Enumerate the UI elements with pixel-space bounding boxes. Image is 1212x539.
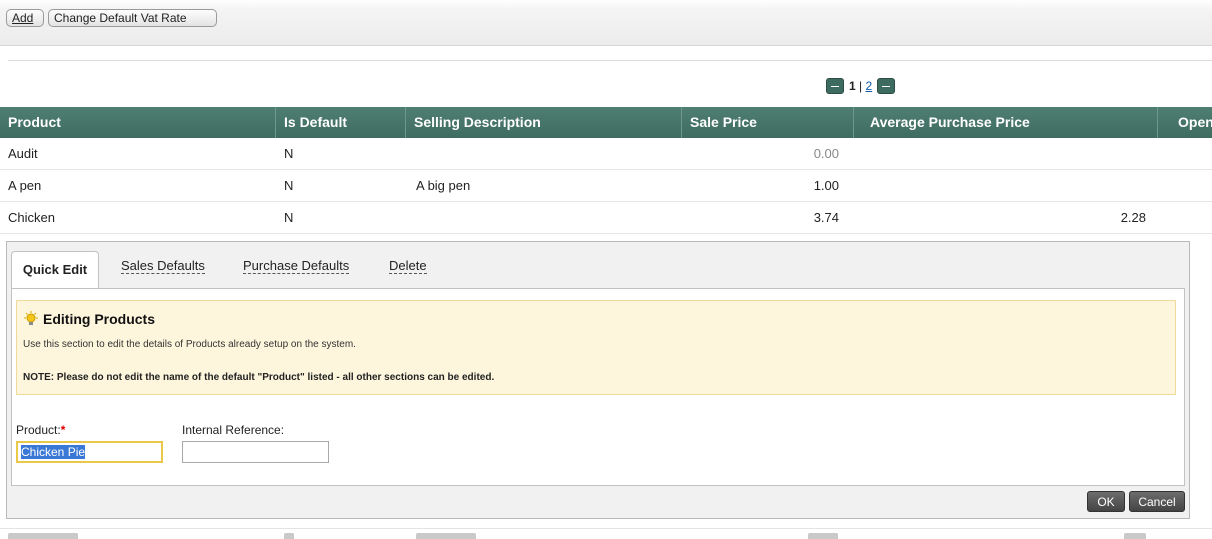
required-marker: * [60,423,66,437]
ok-button[interactable]: OK [1087,491,1125,512]
cell-avg-purchase-price [0,170,1146,201]
tab-quick-edit[interactable]: Quick Edit [11,251,99,289]
clipped-cell [416,533,476,539]
edit-panel: Quick Edit Sales Defaults Purchase Defau… [6,241,1190,519]
info-note: NOTE: Please do not edit the name of the… [23,372,495,383]
column-header-selling-description[interactable]: Selling Description [406,107,682,138]
clipped-cell [284,533,294,539]
tab-delete[interactable]: Delete [389,253,427,279]
divider [8,60,1212,61]
next-page-icon[interactable] [877,78,896,94]
tab-label: Purchase Defaults [243,258,350,274]
product-label-text: Product: [16,423,61,437]
table-row[interactable]: A pen N A big pen 1.00 [0,170,1212,202]
change-default-vat-rate-button[interactable]: Change Default Vat Rate [48,9,217,27]
top-toolbar: Add Change Default Vat Rate [0,0,1212,46]
quick-edit-content: Editing Products Use this section to edi… [11,288,1185,486]
column-header-is-default[interactable]: Is Default [276,107,406,138]
table-header: Product Is Default Selling Description S… [0,107,1212,138]
product-input[interactable]: Chicken Pie [16,441,163,463]
clipped-cell [1124,533,1146,539]
tab-sales-defaults[interactable]: Sales Defaults [121,253,205,279]
lightbulb-icon [23,311,39,327]
partially-visible-table-row [0,528,1212,539]
info-text: Use this section to edit the details of … [23,339,356,350]
add-button[interactable]: Add [6,9,44,27]
tab-purchase-defaults[interactable]: Purchase Defaults [243,253,350,279]
pagination: 1 | 2 [826,77,896,95]
previous-page-icon[interactable] [826,78,844,94]
product-field-label: Product:* [16,423,65,437]
products-table: Product Is Default Selling Description S… [0,107,1212,234]
current-page: 1 | 2 [849,79,872,93]
table-row-selected[interactable]: Chicken N 3.74 2.28 [0,202,1212,234]
clipped-cell [8,533,78,539]
cell-avg-purchase-price [0,138,1146,169]
cell-avg-purchase-price: 2.28 [1120,210,1146,225]
clipped-cell [808,533,838,539]
column-header-sale-price[interactable]: Sale Price [682,107,854,138]
internal-reference-label: Internal Reference: [182,423,285,437]
panel-footer: OK Cancel [7,486,1189,518]
table-row[interactable]: Audit N 0.00 [0,138,1212,170]
edit-tabs: Quick Edit Sales Defaults Purchase Defau… [7,242,1189,289]
column-header-product[interactable]: Product [0,107,276,138]
current-page-number: 1 [849,79,856,93]
add-button-label: Add [12,11,34,25]
cancel-button[interactable]: Cancel [1129,491,1185,512]
info-title: Editing Products [23,311,155,327]
page-separator: | [859,79,863,93]
column-header-average-purchase-price[interactable]: Average Purchase Price [854,107,1158,138]
column-header-open[interactable]: Open [1170,107,1212,138]
tab-label: Sales Defaults [121,258,205,274]
info-box: Editing Products Use this section to edi… [16,300,1176,395]
page-2-link[interactable]: 2 [866,79,873,93]
internal-reference-input[interactable] [182,441,329,463]
tab-label: Delete [389,258,427,274]
product-input-value: Chicken Pie [21,445,86,459]
info-title-text: Editing Products [43,311,155,327]
